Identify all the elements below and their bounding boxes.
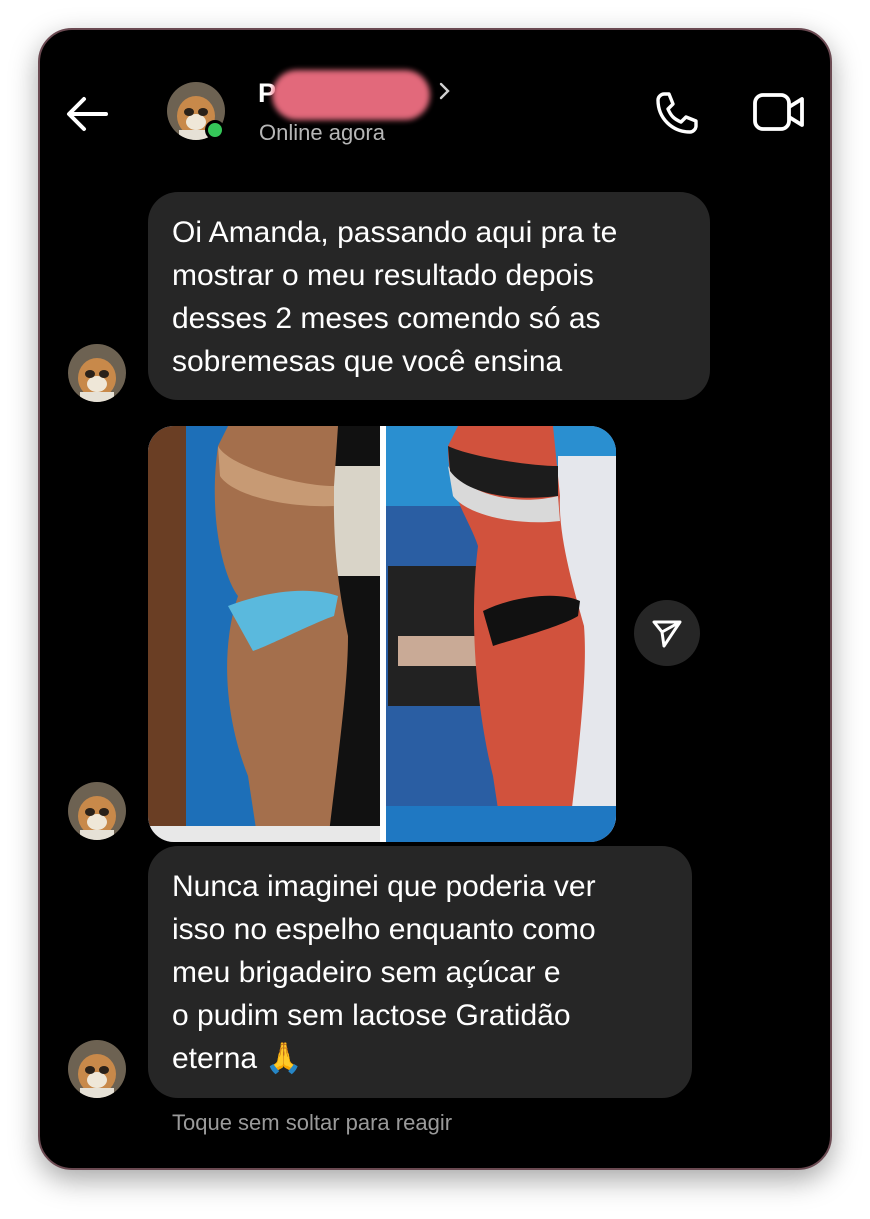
back-arrow-icon[interactable] xyxy=(62,88,114,140)
name-redaction xyxy=(272,70,430,120)
photo-message[interactable] xyxy=(148,426,616,842)
chat-window: P Online agora Oi Amanda, passando aqui … xyxy=(38,28,832,1170)
online-status: Online agora xyxy=(259,120,385,145)
online-indicator xyxy=(205,120,225,140)
phone-icon[interactable] xyxy=(652,88,702,138)
sender-avatar[interactable] xyxy=(68,782,126,840)
sender-avatar[interactable] xyxy=(68,344,126,402)
video-camera-icon[interactable] xyxy=(752,90,806,134)
chevron-right-icon[interactable] xyxy=(438,80,452,102)
share-button[interactable] xyxy=(634,600,700,666)
send-icon xyxy=(652,620,682,648)
message-bubble[interactable]: Oi Amanda, passando aqui pra te mostrar … xyxy=(148,192,710,400)
reaction-hint: Toque sem soltar para reagir xyxy=(172,1110,453,1135)
message-bubble[interactable]: Nunca imaginei que poderia ver isso no e… xyxy=(148,846,692,1098)
sender-avatar[interactable] xyxy=(68,1040,126,1098)
